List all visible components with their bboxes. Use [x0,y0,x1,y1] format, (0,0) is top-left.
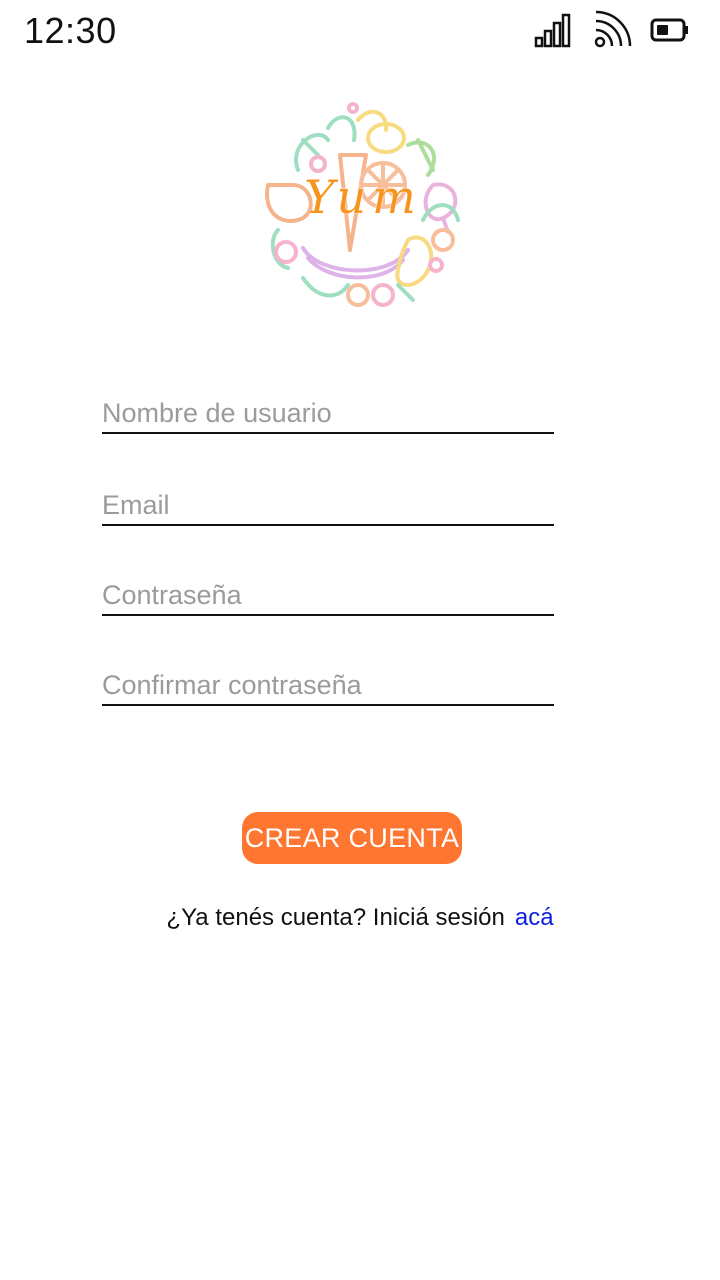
battery-icon [650,16,690,44]
login-prompt-text: ¿Ya tenés cuenta? Iniciá sesión [166,904,505,931]
password-field-container [102,566,554,616]
signal-icon [534,12,574,48]
email-field-container [102,476,554,526]
app-logo: Yum [258,100,468,312]
create-account-button[interactable]: CREAR CUENTA [242,812,462,864]
username-field-container [102,384,554,434]
wifi-icon [592,10,632,50]
confirm-password-input[interactable] [102,656,554,704]
status-time: 12:30 [24,10,117,51]
login-link[interactable]: acá [515,904,554,931]
status-bar: 12:30 [0,0,720,64]
confirm-password-field-container [102,656,554,706]
logo-text: Yum [304,170,422,224]
status-icons [534,10,690,50]
login-prompt: ¿Ya tenés cuenta? Iniciá sesión acá [0,904,720,932]
email-input[interactable] [102,476,554,524]
password-input[interactable] [102,566,554,614]
username-input[interactable] [102,384,554,432]
